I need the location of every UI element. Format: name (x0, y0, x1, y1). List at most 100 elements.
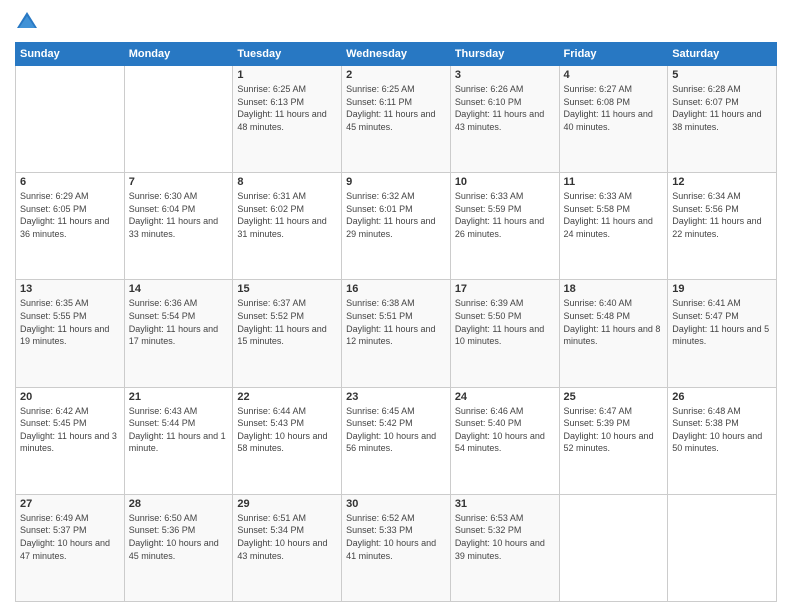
day-number: 23 (346, 391, 446, 403)
day-info: Sunrise: 6:26 AMSunset: 6:10 PMDaylight:… (455, 83, 555, 133)
calendar-cell: 7 Sunrise: 6:30 AMSunset: 6:04 PMDaylight… (124, 173, 233, 280)
weekday-header: Thursday (450, 43, 559, 66)
day-info: Sunrise: 6:38 AMSunset: 5:51 PMDaylight:… (346, 297, 446, 347)
day-info: Sunrise: 6:43 AMSunset: 5:44 PMDaylight:… (129, 405, 229, 455)
day-info: Sunrise: 6:34 AMSunset: 5:56 PMDaylight:… (672, 190, 772, 240)
day-info: Sunrise: 6:44 AMSunset: 5:43 PMDaylight:… (237, 405, 337, 455)
day-number: 24 (455, 391, 555, 403)
calendar-cell: 6 Sunrise: 6:29 AMSunset: 6:05 PMDaylight… (16, 173, 125, 280)
day-info: Sunrise: 6:50 AMSunset: 5:36 PMDaylight:… (129, 512, 229, 562)
weekday-header: Wednesday (342, 43, 451, 66)
day-info: Sunrise: 6:45 AMSunset: 5:42 PMDaylight:… (346, 405, 446, 455)
day-info: Sunrise: 6:52 AMSunset: 5:33 PMDaylight:… (346, 512, 446, 562)
day-number: 11 (564, 176, 664, 188)
day-number: 28 (129, 498, 229, 510)
day-number: 20 (20, 391, 120, 403)
day-info: Sunrise: 6:46 AMSunset: 5:40 PMDaylight:… (455, 405, 555, 455)
day-info: Sunrise: 6:53 AMSunset: 5:32 PMDaylight:… (455, 512, 555, 562)
day-info: Sunrise: 6:39 AMSunset: 5:50 PMDaylight:… (455, 297, 555, 347)
calendar-cell: 1 Sunrise: 6:25 AMSunset: 6:13 PMDaylight… (233, 66, 342, 173)
calendar-cell: 15 Sunrise: 6:37 AMSunset: 5:52 PMDayligh… (233, 280, 342, 387)
calendar-cell: 5 Sunrise: 6:28 AMSunset: 6:07 PMDaylight… (668, 66, 777, 173)
weekday-header: Monday (124, 43, 233, 66)
calendar-cell: 21 Sunrise: 6:43 AMSunset: 5:44 PMDayligh… (124, 387, 233, 494)
day-info: Sunrise: 6:33 AMSunset: 5:59 PMDaylight:… (455, 190, 555, 240)
calendar-week-row: 20 Sunrise: 6:42 AMSunset: 5:45 PMDayligh… (16, 387, 777, 494)
day-number: 17 (455, 283, 555, 295)
calendar-cell: 27Sunrise: 6:49 AMSunset: 5:37 PMDayligh… (16, 494, 125, 601)
day-info: Sunrise: 6:40 AMSunset: 5:48 PMDaylight:… (564, 297, 664, 347)
day-number: 10 (455, 176, 555, 188)
calendar-cell: 26Sunrise: 6:48 AMSunset: 5:38 PMDayligh… (668, 387, 777, 494)
calendar-cell: 29 Sunrise: 6:51 AMSunset: 5:34 PMDayligh… (233, 494, 342, 601)
day-info: Sunrise: 6:31 AMSunset: 6:02 PMDaylight:… (237, 190, 337, 240)
day-number: 4 (564, 69, 664, 81)
calendar-cell: 12 Sunrise: 6:34 AMSunset: 5:56 PMDayligh… (668, 173, 777, 280)
calendar-week-row: 13 Sunrise: 6:35 AMSunset: 5:55 PMDayligh… (16, 280, 777, 387)
day-info: Sunrise: 6:30 AMSunset: 6:04 PMDaylight:… (129, 190, 229, 240)
day-info: Sunrise: 6:47 AMSunset: 5:39 PMDaylight:… (564, 405, 664, 455)
day-info: Sunrise: 6:27 AMSunset: 6:08 PMDaylight:… (564, 83, 664, 133)
calendar-cell: 10 Sunrise: 6:33 AMSunset: 5:59 PMDayligh… (450, 173, 559, 280)
calendar-week-row: 6 Sunrise: 6:29 AMSunset: 6:05 PMDaylight… (16, 173, 777, 280)
day-info: Sunrise: 6:28 AMSunset: 6:07 PMDaylight:… (672, 83, 772, 133)
day-number: 27 (20, 498, 120, 510)
day-info: Sunrise: 6:25 AMSunset: 6:11 PMDaylight:… (346, 83, 446, 133)
day-info: Sunrise: 6:25 AMSunset: 6:13 PMDaylight:… (237, 83, 337, 133)
calendar-cell: 17 Sunrise: 6:39 AMSunset: 5:50 PMDayligh… (450, 280, 559, 387)
day-number: 9 (346, 176, 446, 188)
day-number: 16 (346, 283, 446, 295)
calendar-cell (16, 66, 125, 173)
calendar-table: SundayMondayTuesdayWednesdayThursdayFrid… (15, 42, 777, 602)
day-info: Sunrise: 6:29 AMSunset: 6:05 PMDaylight:… (20, 190, 120, 240)
logo (15, 10, 43, 34)
day-number: 19 (672, 283, 772, 295)
day-info: Sunrise: 6:42 AMSunset: 5:45 PMDaylight:… (20, 405, 120, 455)
day-info: Sunrise: 6:41 AMSunset: 5:47 PMDaylight:… (672, 297, 772, 347)
calendar-cell: 23 Sunrise: 6:45 AMSunset: 5:42 PMDayligh… (342, 387, 451, 494)
calendar-cell: 16 Sunrise: 6:38 AMSunset: 5:51 PMDayligh… (342, 280, 451, 387)
calendar-cell: 13 Sunrise: 6:35 AMSunset: 5:55 PMDayligh… (16, 280, 125, 387)
day-info: Sunrise: 6:32 AMSunset: 6:01 PMDaylight:… (346, 190, 446, 240)
weekday-header-row: SundayMondayTuesdayWednesdayThursdayFrid… (16, 43, 777, 66)
calendar-cell: 31 Sunrise: 6:53 AMSunset: 5:32 PMDayligh… (450, 494, 559, 601)
header (15, 10, 777, 34)
calendar-cell: 18 Sunrise: 6:40 AMSunset: 5:48 PMDayligh… (559, 280, 668, 387)
day-number: 7 (129, 176, 229, 188)
calendar-cell: 11 Sunrise: 6:33 AMSunset: 5:58 PMDayligh… (559, 173, 668, 280)
day-number: 3 (455, 69, 555, 81)
day-info: Sunrise: 6:36 AMSunset: 5:54 PMDaylight:… (129, 297, 229, 347)
calendar-cell: 20 Sunrise: 6:42 AMSunset: 5:45 PMDayligh… (16, 387, 125, 494)
day-info: Sunrise: 6:35 AMSunset: 5:55 PMDaylight:… (20, 297, 120, 347)
calendar-cell (668, 494, 777, 601)
calendar-cell: 22 Sunrise: 6:44 AMSunset: 5:43 PMDayligh… (233, 387, 342, 494)
page: SundayMondayTuesdayWednesdayThursdayFrid… (0, 0, 792, 612)
calendar-cell: 24 Sunrise: 6:46 AMSunset: 5:40 PMDayligh… (450, 387, 559, 494)
day-number: 15 (237, 283, 337, 295)
day-number: 13 (20, 283, 120, 295)
day-number: 5 (672, 69, 772, 81)
day-number: 29 (237, 498, 337, 510)
calendar-cell: 9 Sunrise: 6:32 AMSunset: 6:01 PMDaylight… (342, 173, 451, 280)
calendar-cell: 28 Sunrise: 6:50 AMSunset: 5:36 PMDayligh… (124, 494, 233, 601)
day-number: 30 (346, 498, 446, 510)
weekday-header: Sunday (16, 43, 125, 66)
day-number: 31 (455, 498, 555, 510)
day-number: 21 (129, 391, 229, 403)
calendar-cell: 3 Sunrise: 6:26 AMSunset: 6:10 PMDaylight… (450, 66, 559, 173)
day-info: Sunrise: 6:37 AMSunset: 5:52 PMDaylight:… (237, 297, 337, 347)
day-number: 12 (672, 176, 772, 188)
weekday-header: Saturday (668, 43, 777, 66)
day-number: 1 (237, 69, 337, 81)
calendar-cell: 19 Sunrise: 6:41 AMSunset: 5:47 PMDayligh… (668, 280, 777, 387)
day-info: Sunrise: 6:33 AMSunset: 5:58 PMDaylight:… (564, 190, 664, 240)
day-info: Sunrise: 6:51 AMSunset: 5:34 PMDaylight:… (237, 512, 337, 562)
weekday-header: Friday (559, 43, 668, 66)
calendar-cell: 30 Sunrise: 6:52 AMSunset: 5:33 PMDayligh… (342, 494, 451, 601)
day-number: 22 (237, 391, 337, 403)
day-number: 18 (564, 283, 664, 295)
calendar-cell: 14Sunrise: 6:36 AMSunset: 5:54 PMDayligh… (124, 280, 233, 387)
day-number: 25 (564, 391, 664, 403)
day-number: 6 (20, 176, 120, 188)
weekday-header: Tuesday (233, 43, 342, 66)
